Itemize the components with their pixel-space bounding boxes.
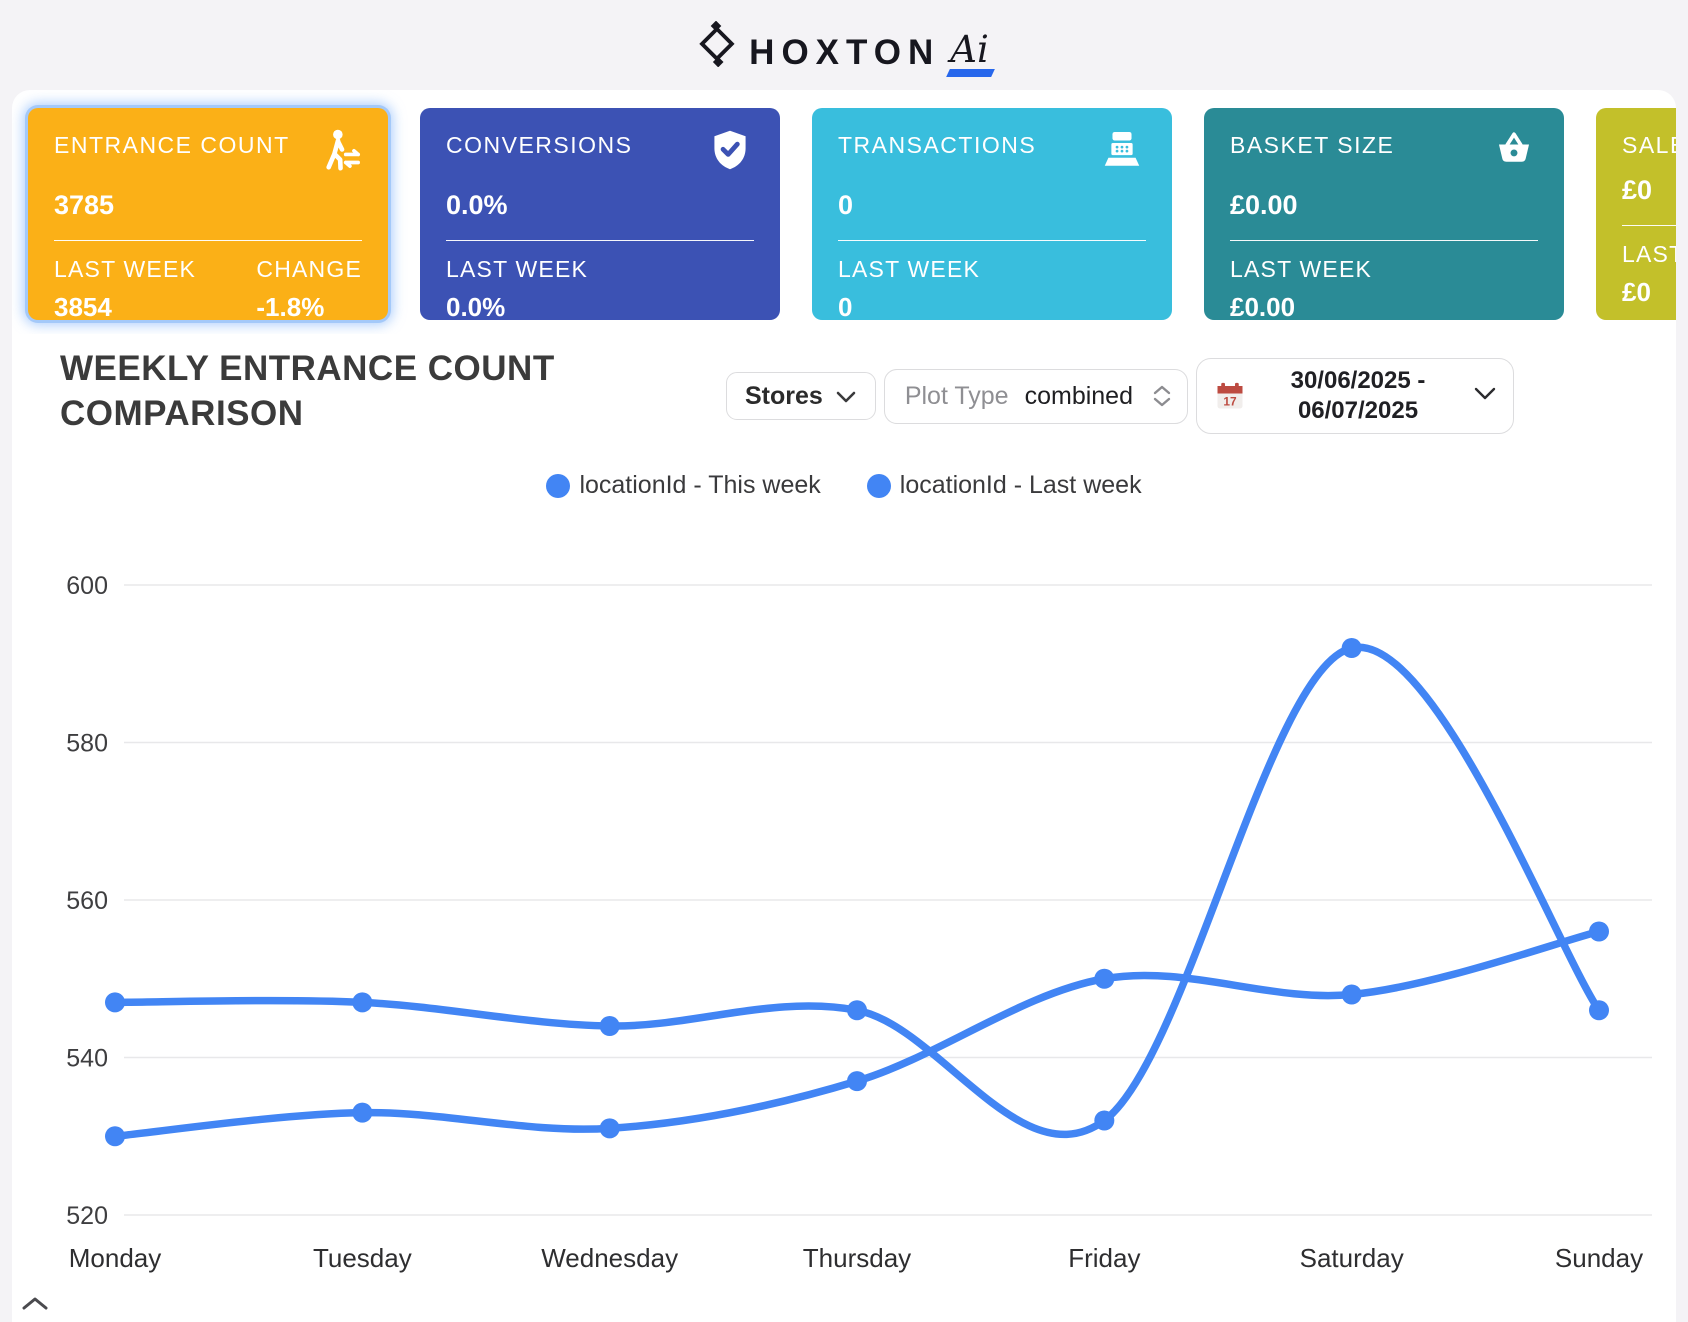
svg-text:560: 560	[66, 887, 108, 915]
walking-person-icon	[316, 128, 362, 174]
shield-check-icon	[708, 128, 754, 174]
chart-controls: Stores Plot Type combined 17	[726, 358, 1514, 434]
basket-icon	[1492, 128, 1538, 174]
last-week-value: £0	[1622, 277, 1676, 308]
svg-text:580: 580	[66, 730, 108, 758]
basket-size-card[interactable]: BASKET SIZE £0.00 LAST WEEK £0.00	[1204, 108, 1564, 320]
logo-text: HOXTON	[749, 35, 940, 70]
card-title: ENTRANCE COUNT	[54, 132, 290, 159]
last-week-value: 0	[838, 292, 980, 323]
entrance-count-card[interactable]: ENTRANCE COUNT 3785 LAST WEEK 3854 CH	[28, 108, 388, 320]
last-week-value: 3854	[54, 292, 196, 323]
svg-text:Sunday: Sunday	[1555, 1243, 1643, 1273]
hoxton-logo: HOXTON Ai	[695, 21, 993, 70]
legend-dot	[546, 474, 570, 498]
svg-text:Saturday: Saturday	[1300, 1243, 1404, 1273]
legend-label: locationId - Last week	[900, 471, 1142, 500]
transactions-card[interactable]: TRANSACTIONS 0 LAST	[812, 108, 1172, 320]
last-week-value: 0.0%	[446, 292, 588, 323]
legend-dot	[867, 474, 891, 498]
chart-legend: locationId - This week locationId - Last…	[12, 471, 1676, 500]
card-title: BASKET SIZE	[1230, 132, 1394, 159]
card-value: 0.0%	[446, 190, 754, 221]
last-week-value: £0.00	[1230, 292, 1372, 323]
kpi-cards-row: ENTRANCE COUNT 3785 LAST WEEK 3854 CH	[12, 90, 1676, 334]
last-week-label: LAST WEEK	[446, 256, 588, 283]
svg-text:Friday: Friday	[1068, 1243, 1140, 1273]
logo-ai-text: Ai	[950, 31, 993, 70]
calendar-icon: 17	[1215, 381, 1245, 411]
legend-item-last-week[interactable]: locationId - Last week	[867, 471, 1142, 500]
svg-text:Tuesday: Tuesday	[313, 1243, 412, 1273]
page-title: WEEKLY ENTRANCE COUNT COMPARISON	[60, 346, 620, 436]
svg-text:540: 540	[66, 1045, 108, 1073]
svg-text:17: 17	[1223, 394, 1237, 408]
chevron-down-icon	[1473, 386, 1497, 406]
card-value: 0	[838, 190, 1146, 221]
hoxton-diamond-icon	[695, 21, 739, 72]
chevron-updown-icon	[1153, 385, 1171, 407]
legend-label: locationId - This week	[579, 471, 820, 500]
plot-type-label: Plot Type	[905, 382, 1009, 411]
date-range-value: 30/06/2025 - 06/07/2025	[1251, 366, 1465, 426]
last-week-label: LAST WEEK	[1230, 256, 1372, 283]
legend-item-this-week[interactable]: locationId - This week	[546, 471, 820, 500]
chevron-down-icon	[835, 382, 857, 411]
svg-text:520: 520	[66, 1202, 108, 1230]
plot-type-select[interactable]: Plot Type combined	[884, 369, 1188, 424]
plot-type-value: combined	[1025, 382, 1133, 411]
svg-text:Thursday: Thursday	[803, 1243, 911, 1273]
svg-text:Wednesday: Wednesday	[541, 1243, 678, 1273]
sales-card[interactable]: SALES £0 LAST WEEK £0	[1596, 108, 1676, 320]
conversions-card[interactable]: CONVERSIONS 0.0% LAST WEEK 0.0%	[420, 108, 780, 320]
entrance-count-chart: 520 540 560 580 600 Monday Tuesday Wednesday Thu…	[12, 530, 1676, 1292]
top-bar: HOXTON Ai	[0, 0, 1688, 90]
card-value: £0	[1622, 175, 1676, 206]
last-week-label: LAST WEEK	[54, 256, 196, 283]
collapse-chevron-up-icon[interactable]	[18, 1290, 52, 1318]
svg-text:600: 600	[66, 572, 108, 600]
card-title: TRANSACTIONS	[838, 132, 1036, 159]
last-week-label: LAST WEEK	[1622, 241, 1676, 268]
svg-text:Monday: Monday	[69, 1243, 162, 1273]
date-range-picker[interactable]: 17 30/06/2025 - 06/07/2025	[1196, 358, 1514, 434]
card-value: £0.00	[1230, 190, 1538, 221]
card-value: 3785	[54, 190, 362, 221]
change-label: CHANGE	[256, 256, 362, 283]
cash-register-icon	[1100, 128, 1146, 174]
last-week-label: LAST WEEK	[838, 256, 980, 283]
stores-dropdown[interactable]: Stores	[726, 372, 876, 420]
change-value: -1.8%	[256, 292, 362, 323]
main-panel: ENTRANCE COUNT 3785 LAST WEEK 3854 CH	[12, 90, 1676, 1322]
card-title: SALES	[1622, 132, 1676, 159]
card-title: CONVERSIONS	[446, 132, 632, 159]
stores-label: Stores	[745, 382, 823, 411]
